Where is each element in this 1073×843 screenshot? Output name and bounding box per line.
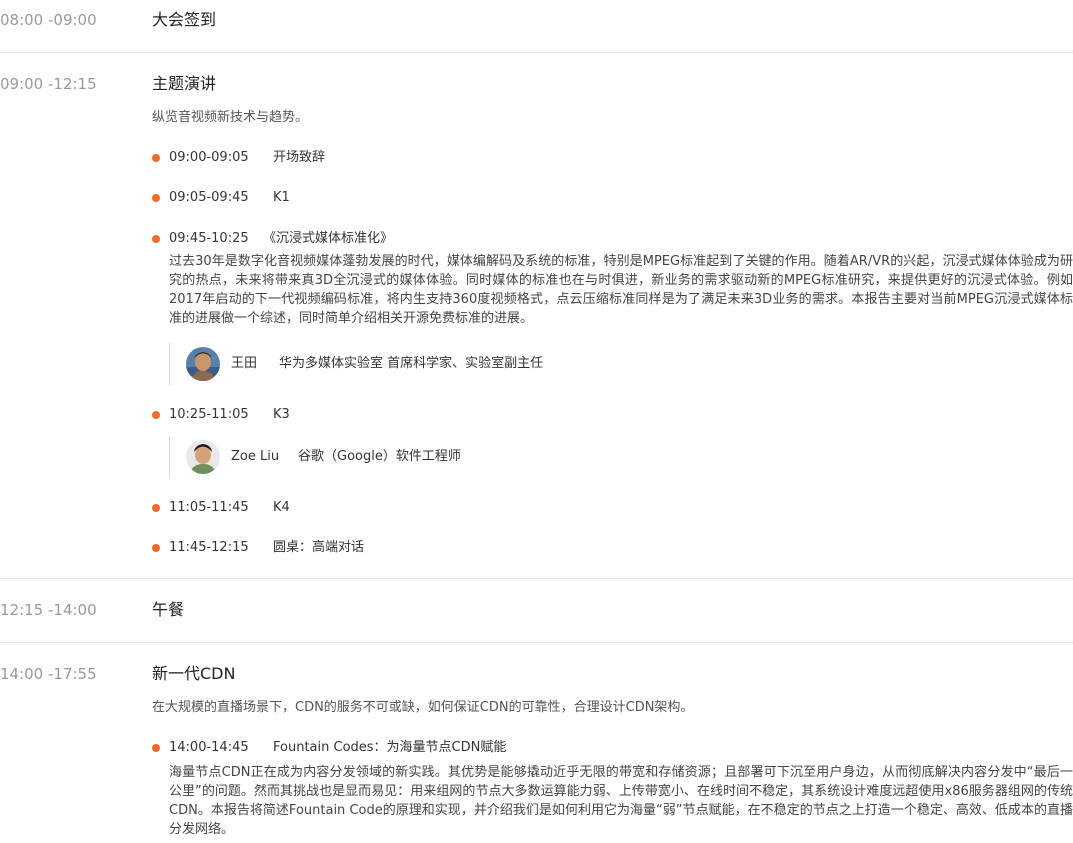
item-description: 海量节点CDN正在成为内容分发领域的新实践。其优势是能够撬动近乎无限的带宽和存储… xyxy=(169,765,1073,837)
item-time: 09:05-09:45 xyxy=(169,190,249,205)
speaker-org: 谷歌（Google）软件工程师 xyxy=(298,449,461,464)
bullet-dot-icon xyxy=(152,411,160,419)
schedule: 08:00 -09:00 大会签到 09:00 -12:15 主题演讲 纵览音视… xyxy=(0,0,1073,843)
speaker-org: 华为多媒体实验室 首席科学家、实验室副主任 xyxy=(279,356,544,371)
item-description: 过去30年是数字化音视频媒体蓬勃发展的时代，媒体编解码及系统的标准，特别是MPE… xyxy=(169,254,1073,326)
speaker-card: 王田 华为多媒体实验室 首席科学家、实验室副主任 xyxy=(169,343,543,385)
item-time: 14:00-14:45 xyxy=(169,740,249,755)
item-time: 09:45-10:25 xyxy=(169,231,249,246)
bullet-dot-icon xyxy=(152,744,160,752)
bullet-dot-icon xyxy=(152,194,160,202)
speaker-name: Zoe Liu xyxy=(231,449,280,464)
agenda-item: 10:25-11:05 K3 Zoe Liu 谷歌（Google）软件工程师 xyxy=(152,405,1073,478)
agenda-item: 14:00-14:45 Fountain Codes：为海量节点CDN赋能 海量… xyxy=(152,738,1073,837)
session-time: 08:00 -09:00 xyxy=(0,11,97,29)
agenda-item: 09:00-09:05 开场致辞 xyxy=(152,148,1073,168)
agenda-item: 09:45-10:25 《沉浸式媒体标准化》 过去30年是数字化音视频媒体蓬勃发… xyxy=(152,229,1073,385)
item-title: 《沉浸式媒体标准化》 xyxy=(263,231,394,246)
bullet-dot-icon xyxy=(152,235,160,243)
session-time: 12:15 -14:00 xyxy=(0,601,97,619)
item-time: 11:45-12:15 xyxy=(169,540,249,555)
item-title: K1 xyxy=(273,190,290,205)
session-subtitle: 纵览音视频新技术与趋势。 xyxy=(152,110,309,125)
speaker-name: 王田 xyxy=(231,356,258,371)
agenda-item: 09:05-09:45 K1 xyxy=(152,188,1073,208)
agenda-item: 11:05-11:45 K4 xyxy=(152,498,1073,518)
agenda-item: 11:45-12:15 圆桌：高端对话 xyxy=(152,538,1073,558)
item-title: 开场致辞 xyxy=(273,150,326,165)
item-title: 圆桌：高端对话 xyxy=(273,540,365,555)
item-title: K3 xyxy=(273,407,290,422)
bullet-dot-icon xyxy=(152,154,160,162)
session-time: 14:00 -17:55 xyxy=(0,665,97,683)
item-time: 10:25-11:05 xyxy=(169,407,249,422)
session-divider xyxy=(0,642,1073,643)
bullet-dot-icon xyxy=(152,544,160,552)
bullet-dot-icon xyxy=(152,504,160,512)
item-time: 09:00-09:05 xyxy=(169,150,249,165)
session-divider xyxy=(0,52,1073,53)
session-title: 午餐 xyxy=(152,600,185,619)
session-title: 大会签到 xyxy=(152,10,217,29)
session-subtitle: 在大规模的直播场景下，CDN的服务不可或缺，如何保证CDN的可靠性，合理设计CD… xyxy=(152,700,694,715)
session-title: 新一代CDN xyxy=(152,664,236,683)
item-time: 11:05-11:45 xyxy=(169,500,249,515)
session-title: 主题演讲 xyxy=(152,74,217,93)
item-title: Fountain Codes：为海量节点CDN赋能 xyxy=(273,740,507,755)
speaker-avatar xyxy=(186,347,220,381)
session-time: 09:00 -12:15 xyxy=(0,75,97,93)
speaker-avatar xyxy=(186,440,220,474)
speaker-card: Zoe Liu 谷歌（Google）软件工程师 xyxy=(169,436,461,478)
item-title: K4 xyxy=(273,500,290,515)
session-divider xyxy=(0,578,1073,579)
